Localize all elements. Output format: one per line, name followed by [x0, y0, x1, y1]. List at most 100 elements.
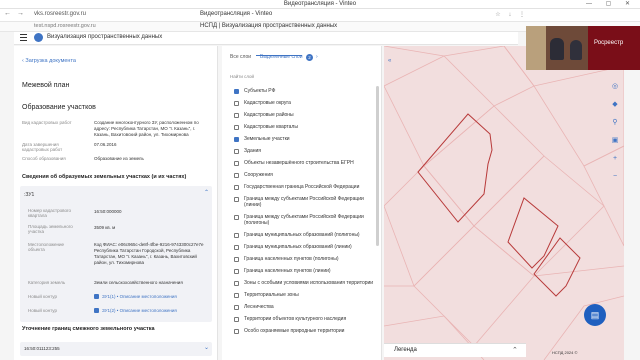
- field-value: Образование из земель: [94, 156, 144, 161]
- layer-checkbox[interactable]: [234, 113, 239, 118]
- layer-item[interactable]: Граница муниципальных образований (линии…: [234, 244, 380, 250]
- layer-label: Кадастровые округа: [244, 100, 291, 106]
- layers-icon[interactable]: ◆: [608, 98, 622, 112]
- layer-item[interactable]: Граница муниципальных образований (полиг…: [234, 232, 380, 238]
- contour-link[interactable]: ЗУ1(2) • Описание местоположения: [102, 308, 177, 313]
- legend-bar[interactable]: Легенда ⌃: [384, 343, 526, 357]
- layer-item[interactable]: Граница населенных пунктов (полигоны): [234, 256, 380, 262]
- chevron-up-icon[interactable]: ⌃: [204, 190, 209, 196]
- menu-icon[interactable]: [20, 34, 27, 41]
- collapse-panel-icon[interactable]: «: [388, 58, 391, 64]
- zoom-out-icon[interactable]: −: [608, 170, 622, 184]
- layers-panel: Все слои Выделенные слои 2 › Найти слой …: [222, 46, 382, 360]
- chevron-right-icon[interactable]: ›: [316, 54, 318, 60]
- layer-item[interactable]: Кадастровые округа: [234, 100, 380, 106]
- layer-checkbox[interactable]: [234, 173, 239, 178]
- layer-item[interactable]: Кадастровые кварталы: [234, 124, 380, 130]
- chevron-down-icon[interactable]: ⌄: [204, 345, 209, 351]
- video-thumbnail[interactable]: Росреестр: [526, 26, 640, 70]
- layer-item[interactable]: Граница населенных пунктов (линии): [234, 268, 380, 274]
- subsection-title: Уточнение границ смежного земельного уча…: [22, 326, 155, 332]
- layer-checkbox[interactable]: [234, 197, 239, 202]
- person-icon: [550, 38, 564, 60]
- layer-item[interactable]: Государственная граница Российской Федер…: [234, 184, 380, 190]
- field-label: Дата завершения кадастровых работ: [22, 142, 63, 152]
- layer-item[interactable]: Здания: [234, 148, 380, 154]
- field-value: 07.06.2016: [94, 142, 117, 147]
- layer-item[interactable]: Земельные участки: [234, 136, 380, 142]
- measure-icon[interactable]: ⚲: [608, 116, 622, 130]
- layer-item[interactable]: Граница между субъектами Российской Феде…: [234, 196, 380, 208]
- layer-checkbox[interactable]: [234, 293, 239, 298]
- contour-checkbox[interactable]: [94, 294, 99, 299]
- map-toolbar: ◎ ◆ ⚲ ▣ + −: [606, 76, 624, 186]
- layer-checkbox[interactable]: [234, 215, 239, 220]
- layer-checkbox[interactable]: [234, 125, 239, 130]
- map-view[interactable]: « ▤ Легенда ⌃ НСПД 2024 ©: [384, 46, 624, 360]
- window-controls[interactable]: — ▢ ✕: [586, 0, 636, 7]
- parcel-contour-1: [417, 113, 493, 223]
- layer-item[interactable]: Граница между субъектами Российской Феде…: [234, 214, 380, 226]
- layer-label: Лесничества: [244, 304, 274, 310]
- adjacent-parcel-card[interactable]: 16:50:011123:255 ⌄: [20, 342, 212, 356]
- layer-label: Кадастровые районы: [244, 112, 294, 118]
- layer-checkbox[interactable]: [234, 317, 239, 322]
- layer-item[interactable]: Особо охраняемые природные территории: [234, 328, 380, 334]
- layer-label: Субъекты РФ: [244, 88, 276, 94]
- chevron-up-icon[interactable]: ⌃: [512, 346, 518, 354]
- compass-icon[interactable]: ◎: [608, 80, 622, 94]
- backdrop-shape: [588, 26, 640, 70]
- back-link-label[interactable]: Загрузка документа: [25, 58, 76, 64]
- card-row-label: Категория земель: [28, 280, 66, 285]
- card-row-label: Номер кадастрового квартала: [28, 208, 72, 218]
- browser-tabstrip: ← → vks.rosreestr.gov.ru Видеотрансляция…: [0, 9, 640, 22]
- zoom-in-icon[interactable]: +: [608, 152, 622, 166]
- layer-checkbox[interactable]: [234, 269, 239, 274]
- layer-checkbox[interactable]: [234, 161, 239, 166]
- layer-item[interactable]: Зоны с особыми условиями использования т…: [234, 280, 380, 286]
- back-to-upload-link[interactable]: ‹ Загрузка документа: [22, 58, 76, 64]
- layer-checkbox[interactable]: [234, 101, 239, 106]
- layer-checkbox[interactable]: [234, 329, 239, 334]
- layer-checkbox[interactable]: [234, 305, 239, 310]
- layer-label: Граница населенных пунктов (полигоны): [244, 256, 339, 262]
- layer-item[interactable]: Кадастровые районы: [234, 112, 380, 118]
- layers-fab-button[interactable]: ▤: [584, 304, 606, 326]
- layer-checkbox[interactable]: [234, 185, 239, 190]
- layer-checkbox[interactable]: [234, 233, 239, 238]
- contour-checkbox[interactable]: [94, 308, 99, 313]
- browser-extension-icons[interactable]: ☆ ↓ ⋮: [495, 11, 528, 18]
- address-url[interactable]: test.nspd.rosreestr.gov.ru: [34, 23, 96, 29]
- tab-all-layers[interactable]: Все слои: [230, 54, 251, 60]
- layer-checkbox[interactable]: [234, 245, 239, 250]
- field-value: Создание многоконтурного ЗУ, расположенн…: [94, 120, 199, 137]
- layer-checkbox[interactable]: [234, 281, 239, 286]
- layer-item[interactable]: Объекты незавершённого строительства ЕГР…: [234, 160, 380, 166]
- layer-item[interactable]: Территории объектов культурного наследия: [234, 316, 380, 322]
- layer-item[interactable]: Сооружения: [234, 172, 380, 178]
- parcel-id: :ЗУ1: [24, 192, 35, 198]
- layer-checkbox[interactable]: [234, 137, 239, 142]
- layer-label: Граница муниципальных образований (полиг…: [244, 232, 360, 238]
- page-tab-title[interactable]: НСПД | Визуализация пространственных дан…: [200, 23, 337, 29]
- layer-checkbox[interactable]: [234, 89, 239, 94]
- app-header: Визуализация пространственных данных: [14, 32, 518, 45]
- layer-list: Субъекты РФ Кадастровые округа Кадастровые…: [234, 88, 380, 340]
- document-panel: ‹ Загрузка документа Межевой план Образо…: [14, 46, 218, 360]
- browser-tab-title[interactable]: Видеотрансляция - Vinteo: [200, 11, 272, 17]
- card-row-value: 16:50:000000: [94, 209, 122, 214]
- browser-nav-buttons[interactable]: ← →: [4, 10, 26, 17]
- browser-url[interactable]: vks.rosreestr.gov.ru: [34, 11, 86, 17]
- print-icon[interactable]: ▣: [608, 134, 622, 148]
- card-row-value: 3509 кв. м: [94, 225, 116, 230]
- person-icon: [570, 40, 582, 60]
- layer-item[interactable]: Субъекты РФ: [234, 88, 380, 94]
- layer-item[interactable]: Лесничества: [234, 304, 380, 310]
- card-row-label: Местоположение объекта: [28, 242, 65, 252]
- parcel-contours: [417, 113, 581, 297]
- subsection-title: Сведения об образуемых земельных участка…: [22, 174, 187, 180]
- layer-checkbox[interactable]: [234, 257, 239, 262]
- contour-link[interactable]: ЗУ1(1) • Описание местоположения: [102, 294, 177, 299]
- layer-checkbox[interactable]: [234, 149, 239, 154]
- layer-item[interactable]: Территориальные зоны: [234, 292, 380, 298]
